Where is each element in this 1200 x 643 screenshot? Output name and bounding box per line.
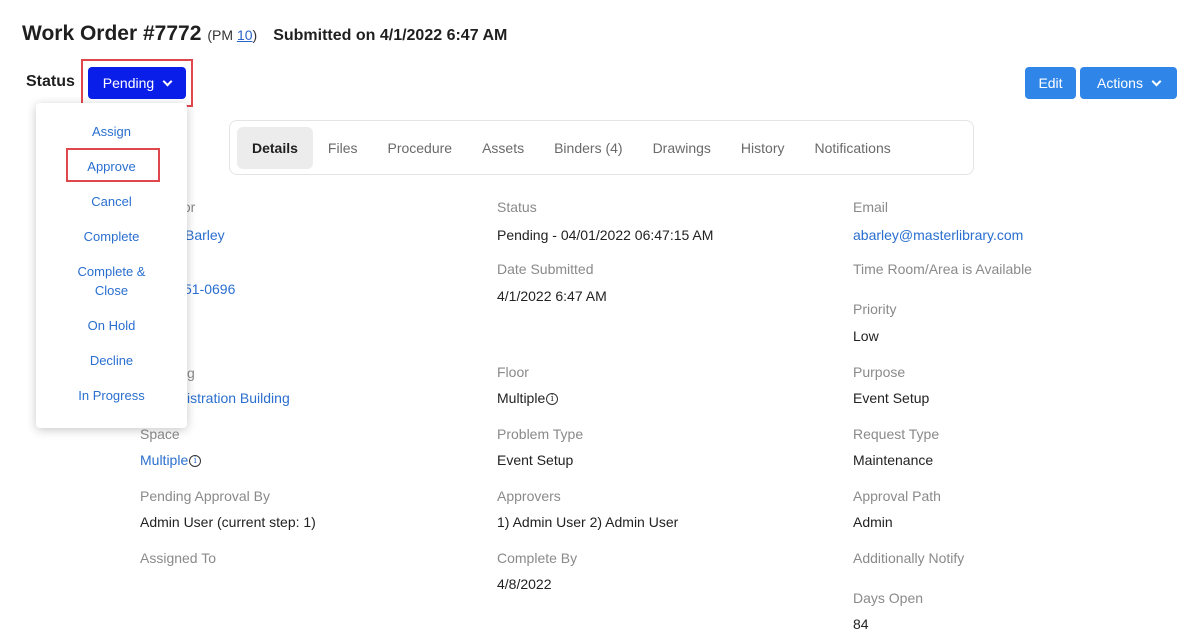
phone-link[interactable]: 51-0696 bbox=[184, 281, 235, 297]
menu-item-decline[interactable]: Decline bbox=[36, 351, 187, 370]
status-field-value: Pending - 04/01/2022 06:47:15 AM bbox=[497, 227, 714, 243]
tab-history[interactable]: History bbox=[726, 127, 800, 169]
building-link[interactable]: istration Building bbox=[187, 390, 290, 406]
purpose-label: Purpose bbox=[853, 364, 906, 380]
floor-value: Multiple bbox=[497, 390, 546, 406]
tab-details[interactable]: Details bbox=[237, 126, 313, 169]
menu-item-complete-close-line2: Close bbox=[94, 283, 129, 298]
approvers-value: 1) Admin User 2) Admin User bbox=[497, 514, 679, 530]
request-type-value: Maintenance bbox=[853, 452, 934, 468]
assigned-to-label: Assigned To bbox=[140, 550, 217, 566]
menu-item-complete-close[interactable]: Complete & Close bbox=[36, 262, 187, 300]
status-button-label: Pending bbox=[102, 75, 155, 91]
title-row: Work Order #7772 (PM 10) Submitted on 4/… bbox=[22, 22, 507, 46]
days-open-label: Days Open bbox=[853, 590, 924, 606]
date-submitted-label: Date Submitted bbox=[497, 261, 594, 277]
pm-suffix: ) bbox=[252, 27, 258, 43]
requestor-link[interactable]: Barley bbox=[185, 227, 225, 243]
problem-type-label: Problem Type bbox=[497, 426, 584, 442]
actions-button[interactable]: Actions bbox=[1080, 67, 1177, 99]
priority-value: Low bbox=[853, 328, 879, 344]
submitted-date: Submitted on 4/1/2022 6:47 AM bbox=[273, 27, 508, 44]
info-circle-icon[interactable]: i bbox=[546, 393, 559, 406]
space-value: Multiple bbox=[140, 452, 189, 468]
menu-item-assign[interactable]: Assign bbox=[36, 122, 187, 141]
days-open-value: 84 bbox=[853, 616, 869, 632]
status-dropdown-button[interactable]: Pending bbox=[88, 67, 186, 99]
additionally-notify-label: Additionally Notify bbox=[853, 550, 965, 566]
date-submitted-value: 4/1/2022 6:47 AM bbox=[497, 288, 607, 304]
space-label: Space bbox=[140, 426, 180, 442]
space-link[interactable]: Multiple i bbox=[140, 452, 202, 468]
purpose-value: Event Setup bbox=[853, 390, 930, 406]
page-title: Work Order #7772 bbox=[22, 22, 202, 45]
problem-type-value: Event Setup bbox=[497, 452, 574, 468]
tab-files[interactable]: Files bbox=[313, 127, 373, 169]
email-label: Email bbox=[853, 199, 889, 215]
menu-item-on-hold[interactable]: On Hold bbox=[36, 316, 187, 335]
status-button-highlight: Pending bbox=[81, 59, 193, 107]
pm-link[interactable]: 10 bbox=[237, 27, 253, 43]
building-label: g bbox=[187, 365, 195, 381]
menu-item-complete[interactable]: Complete bbox=[36, 227, 187, 246]
approval-path-label: Approval Path bbox=[853, 488, 941, 504]
chevron-down-icon bbox=[1151, 76, 1162, 86]
tab-drawings[interactable]: Drawings bbox=[638, 127, 726, 169]
menu-item-cancel[interactable]: Cancel bbox=[36, 192, 187, 211]
pending-approval-label: Pending Approval By bbox=[140, 488, 270, 504]
edit-button[interactable]: Edit bbox=[1025, 67, 1076, 99]
complete-by-value: 4/8/2022 bbox=[497, 576, 552, 592]
info-circle-icon[interactable]: i bbox=[189, 455, 202, 468]
approve-highlight bbox=[66, 148, 160, 182]
approvers-label: Approvers bbox=[497, 488, 561, 504]
pending-approval-value: Admin User (current step: 1) bbox=[140, 514, 316, 530]
request-type-label: Request Type bbox=[853, 426, 940, 442]
floor-label: Floor bbox=[497, 364, 529, 380]
approval-path-value: Admin bbox=[853, 514, 893, 530]
floor-value-wrap: Multiple i bbox=[497, 390, 559, 406]
tab-notifications[interactable]: Notifications bbox=[799, 127, 905, 169]
tab-assets[interactable]: Assets bbox=[467, 127, 539, 169]
menu-item-complete-close-line1: Complete & bbox=[77, 264, 146, 279]
complete-by-label: Complete By bbox=[497, 550, 578, 566]
pm-reference: (PM 10) bbox=[207, 27, 257, 43]
menu-item-in-progress[interactable]: In Progress bbox=[36, 386, 187, 405]
actions-button-label: Actions bbox=[1097, 75, 1143, 91]
status-label: Status bbox=[26, 73, 75, 90]
priority-label: Priority bbox=[853, 301, 897, 317]
tab-bar: Details Files Procedure Assets Binders (… bbox=[229, 120, 974, 175]
time-available-label: Time Room/Area is Available bbox=[853, 261, 1032, 277]
tab-procedure[interactable]: Procedure bbox=[372, 127, 467, 169]
status-field-label: Status bbox=[497, 199, 537, 215]
pm-prefix: (PM bbox=[207, 27, 234, 43]
chevron-down-icon bbox=[162, 76, 173, 86]
tab-binders[interactable]: Binders (4) bbox=[539, 127, 637, 169]
email-link[interactable]: abarley@masterlibrary.com bbox=[853, 227, 1023, 243]
